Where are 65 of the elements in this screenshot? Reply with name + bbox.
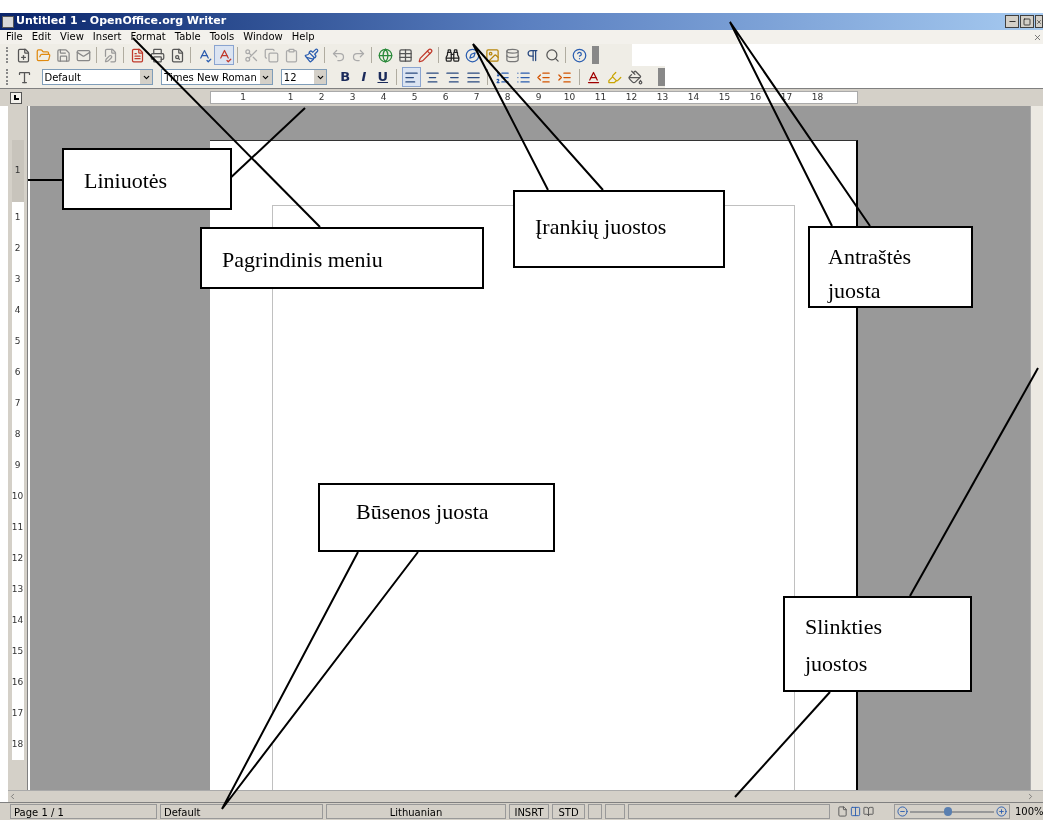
ruler-number: 6 <box>11 357 24 388</box>
ruler-number: 4 <box>11 295 24 326</box>
callout-label: Pagrindinis meniu <box>200 227 484 289</box>
size-dropdown[interactable]: 12 <box>280 69 328 85</box>
menu-item[interactable]: Table <box>174 31 201 43</box>
callout-label: Liniuotės <box>62 148 232 210</box>
ruler-number: 3 <box>348 90 357 104</box>
ruler-number: 6 <box>441 90 450 104</box>
ruler-number: 7 <box>472 90 481 104</box>
ruler-number: 1 <box>11 140 24 202</box>
ruler-number: 15 <box>717 90 732 104</box>
ruler-number: 10 <box>11 481 24 512</box>
page-style: Default <box>160 804 323 819</box>
ruler-number: 3 <box>11 264 24 295</box>
ruler-number: 16 <box>748 90 763 104</box>
ruler-number: 13 <box>11 574 24 605</box>
ruler-number: 8 <box>503 90 512 104</box>
ruler-number: 2 <box>317 90 326 104</box>
menu-item[interactable]: Help <box>291 31 315 43</box>
style-dropdown[interactable]: Default <box>41 69 154 85</box>
ruler-number: 1 <box>239 90 247 104</box>
ruler-number: 4 <box>379 90 388 104</box>
menu-item[interactable]: View <box>60 31 84 43</box>
menu-item[interactable]: Format <box>130 31 166 43</box>
menu-item[interactable]: Tools <box>209 31 235 43</box>
ruler-number: 8 <box>11 419 24 450</box>
insert-mode[interactable]: INSRT <box>509 804 549 819</box>
window-title: Untitled 1 - OpenOffice.org Writer <box>16 13 227 30</box>
page-count: Page 1 / 1 <box>10 804 157 819</box>
ruler-number: 17 <box>779 90 794 104</box>
zoom-percent: 100% <box>1014 805 1043 819</box>
language-field: Lithuanian <box>326 804 506 819</box>
selection-mode[interactable]: STD <box>552 804 585 819</box>
ruler-number: 7 <box>11 388 24 419</box>
callout-label: Antraštės juosta <box>808 226 973 308</box>
ruler-number: 10 <box>562 90 577 104</box>
ruler-number: 12 <box>11 543 24 574</box>
menu-item[interactable]: Window <box>243 31 283 43</box>
ruler-number: 16 <box>11 667 24 698</box>
ruler-number: 12 <box>624 90 639 104</box>
ruler-number: 11 <box>11 512 24 543</box>
ruler-number: 9 <box>534 90 543 104</box>
ruler-number: 2 <box>11 233 24 264</box>
ruler-number: 13 <box>655 90 670 104</box>
ruler-number: 1 <box>286 90 295 104</box>
format-button[interactable]: B <box>336 67 354 87</box>
format-button[interactable]: I <box>355 67 373 87</box>
callout-label: Būsenos juosta <box>318 483 555 552</box>
ruler-number: 9 <box>11 450 24 481</box>
ruler-number: 15 <box>11 636 24 667</box>
callout-label: Įrankių juostos <box>513 190 725 268</box>
ruler-number: 14 <box>11 605 24 636</box>
ruler-number: 18 <box>11 729 24 760</box>
ruler-number: 5 <box>11 326 24 357</box>
ruler-number: 17 <box>11 698 24 729</box>
ruler-number: 18 <box>810 90 825 104</box>
ruler-number: 5 <box>410 90 419 104</box>
ruler-number: 1 <box>11 202 24 233</box>
menu-item[interactable]: Edit <box>31 31 52 43</box>
menu-item[interactable]: Insert <box>92 31 122 43</box>
menu-item[interactable]: File <box>6 31 23 43</box>
format-button[interactable]: U <box>374 67 392 87</box>
ruler-number: 11 <box>593 90 608 104</box>
ruler-number: 14 <box>686 90 701 104</box>
callout-label: Slinkties juostos <box>783 596 972 692</box>
